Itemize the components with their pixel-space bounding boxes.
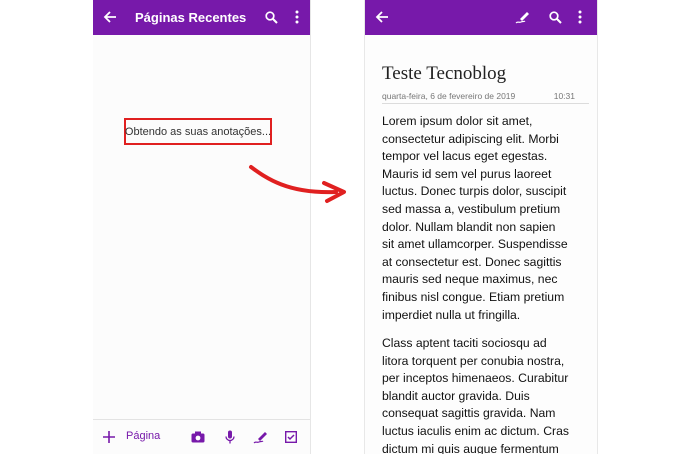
page-title: Páginas Recentes [135, 10, 247, 25]
camera-icon[interactable] [191, 429, 205, 445]
note-line: Lorem ipsum dolor sit amet, [382, 114, 533, 128]
pen-draw-icon[interactable] [515, 9, 531, 25]
note-line: dolor. Nullam blandit non sapien [382, 219, 556, 234]
note-line: sit amet ullamcorper. Suspendisse [382, 237, 568, 252]
loading-message: Obtendo as suas anotações... [124, 118, 272, 145]
note-line: blandit auctor gravida. Duis [382, 388, 530, 403]
bottom-toolbar: Página [93, 419, 310, 454]
annotation-arrow-icon [249, 165, 346, 203]
more-vert-icon[interactable] [289, 9, 305, 25]
search-icon[interactable] [547, 9, 563, 25]
note-line: litora torquent per conubia nostra, [382, 353, 565, 368]
microphone-icon[interactable] [225, 429, 235, 445]
note-paragraph-2[interactable]: Class aptent taciti sociosqu ad litora t… [382, 335, 587, 454]
app-bar: Páginas Recentes [93, 0, 310, 35]
note-line: finibus nisl congue. Etiam pretium [382, 289, 565, 304]
note-title[interactable]: Teste Tecnoblog [382, 63, 506, 85]
loading-message-text: Obtendo as suas anotações... [124, 125, 272, 138]
note-line: luctus iaculis enim ac dictum. Cras [382, 423, 569, 438]
arrow-left-icon[interactable] [102, 9, 118, 25]
note-line: consequat sagittis gravida. Nam [382, 406, 556, 421]
note-line: consectetur adipiscing elit. Morbi [382, 131, 559, 146]
note-line: at consectetur est. Donec sagittis [382, 254, 562, 269]
arrow-left-icon[interactable] [374, 9, 390, 25]
note-time: 10:31 [553, 91, 575, 101]
note-line: Mauris id sem vel purus laoreet [382, 166, 552, 181]
note-line: Class aptent taciti sociosqu ad [382, 336, 547, 350]
note-line: tempor vel lacus eget egestas. [382, 149, 548, 164]
new-page-button[interactable]: Página [126, 430, 160, 442]
recent-pages-screen: Páginas Recentes Página [93, 0, 311, 454]
plus-icon[interactable] [103, 429, 115, 445]
note-line: imperdiet nulla ut fringilla. [382, 307, 521, 322]
note-line: per inceptos himenaeos. Curabitur [382, 371, 569, 386]
checkbox-icon[interactable] [285, 429, 297, 445]
note-line: sed massa a, vestibulum pretium [382, 201, 561, 216]
app-bar [365, 0, 597, 35]
note-line: mauris sed neque maximus, nec [382, 272, 558, 287]
note-page-screen: Teste Tecnoblog quarta-feira, 6 de fever… [364, 0, 598, 454]
note-paragraph-1[interactable]: Lorem ipsum dolor sit amet, consectetur … [382, 113, 587, 324]
note-line: dictum mi quis augue fermentum [382, 441, 559, 454]
pen-draw-icon[interactable] [253, 429, 269, 445]
note-line: luctus. Donec turpis dolor, suscipit [382, 184, 567, 199]
search-icon[interactable] [263, 9, 279, 25]
more-vert-icon[interactable] [572, 9, 588, 25]
note-meta: quarta-feira, 6 de fevereiro de 2019 10:… [382, 89, 589, 104]
note-date: quarta-feira, 6 de fevereiro de 2019 [382, 91, 516, 101]
